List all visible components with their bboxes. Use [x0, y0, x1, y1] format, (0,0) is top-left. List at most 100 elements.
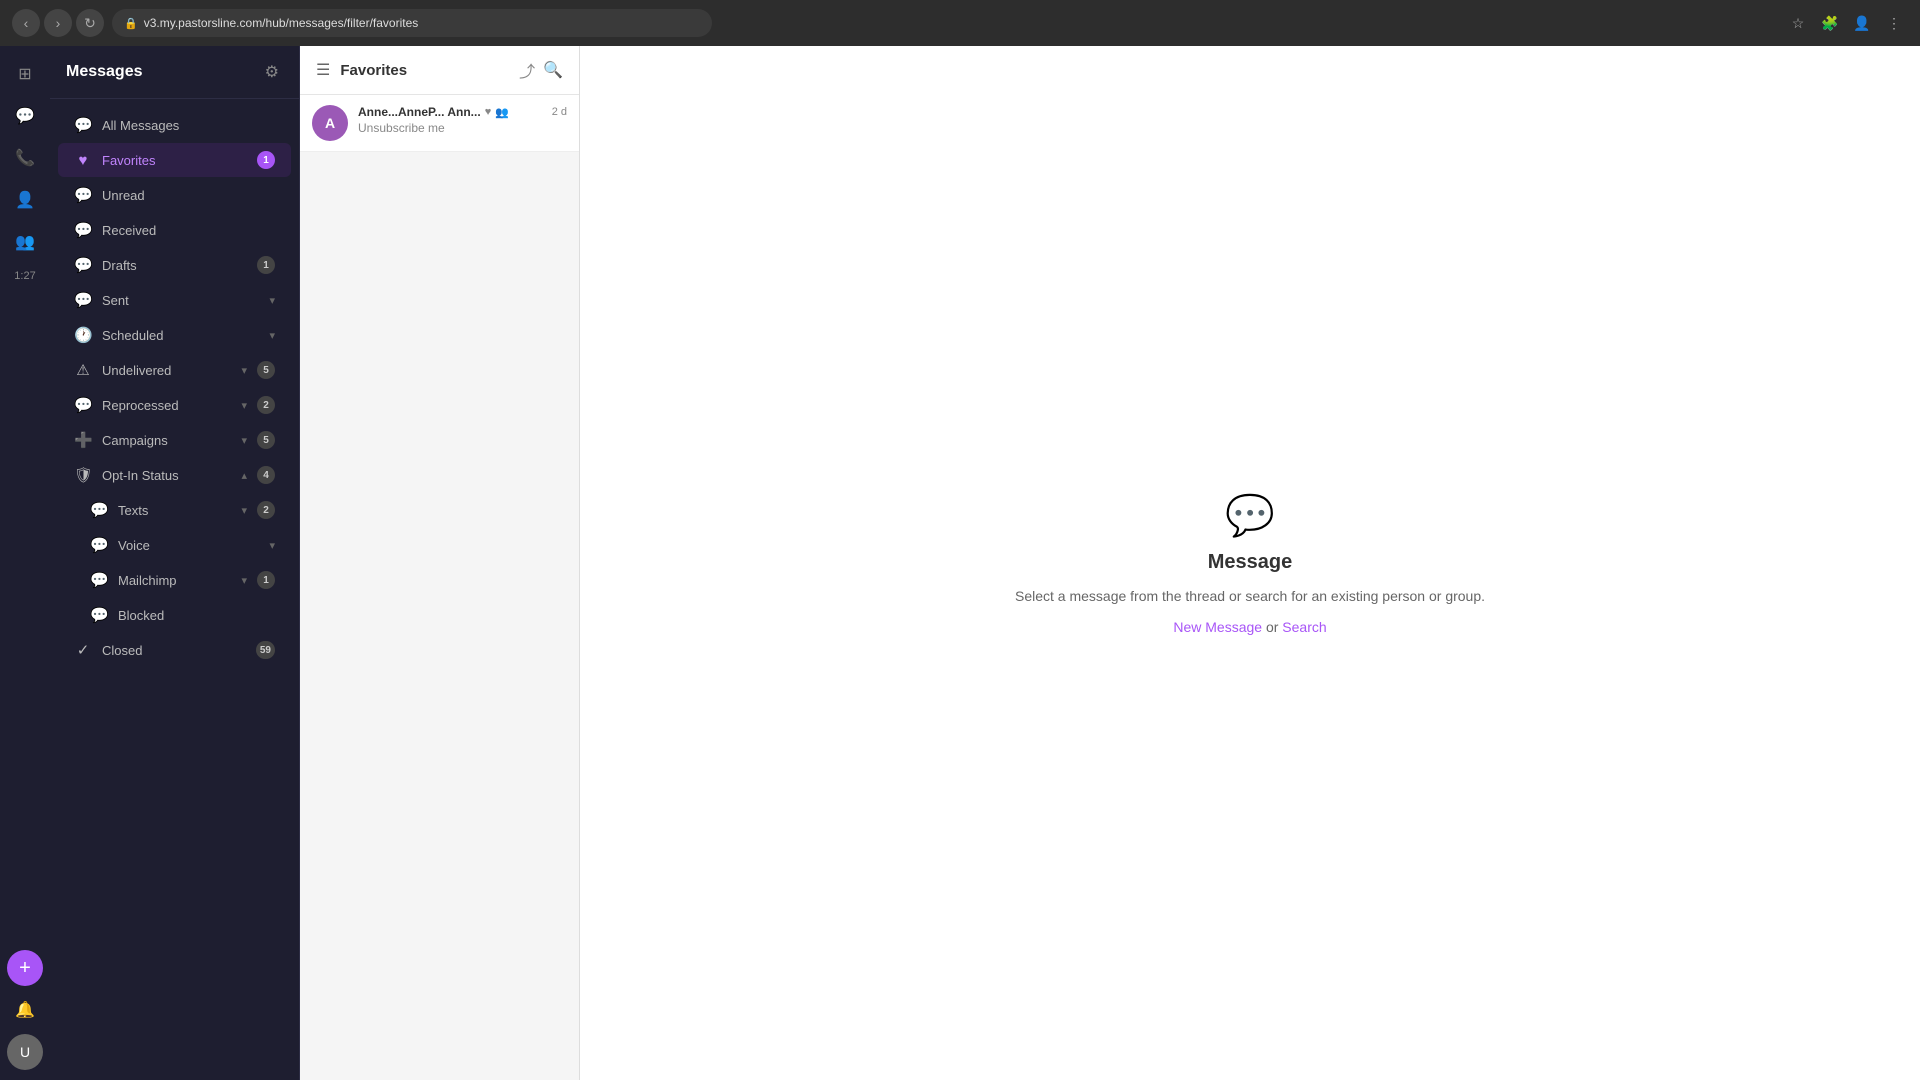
favorites-label: Favorites [102, 153, 247, 168]
opt-in-status-label: Opt-In Status [102, 468, 231, 483]
add-button[interactable]: + [7, 950, 43, 986]
menu-icon[interactable]: ☰ [316, 60, 330, 80]
favorites-header-right: ⤴ 🔍 [519, 58, 563, 82]
voice-chevron: ▾ [269, 539, 275, 552]
all-messages-icon: 💬 [74, 116, 92, 134]
opt-in-status-icon: 🛡 [74, 466, 92, 484]
sidebar-item-campaigns[interactable]: ➕ Campaigns ▾ 5 [58, 423, 291, 457]
sidebar-item-closed[interactable]: ✓ Closed 59 [58, 633, 291, 667]
people-icon: 👥 [495, 106, 509, 119]
voice-icon: 💬 [90, 536, 108, 554]
sidebar-item-opt-in-status[interactable]: 🛡 Opt-In Status ▴ 4 [58, 458, 291, 492]
sidebar-item-unread[interactable]: 💬 Unread [58, 178, 291, 212]
settings-button[interactable]: ⚙ [261, 58, 283, 86]
heart-icon: ♥ [485, 106, 492, 118]
texts-label: Texts [118, 503, 231, 518]
drafts-badge: 1 [257, 256, 275, 274]
search-button[interactable]: 🔍 [543, 60, 563, 80]
texts-icon: 💬 [90, 501, 108, 519]
address-bar[interactable]: 🔒 v3.my.pastorsline.com/hub/messages/fil… [112, 9, 712, 37]
sidebar-nav: 💬 All Messages ♥ Favorites 1 💬 Unread 💬 … [50, 99, 299, 1080]
undelivered-badge: 5 [257, 361, 275, 379]
favorites-panel: ☰ Favorites ⤴ 🔍 A Anne...AnneP... Ann...… [300, 46, 580, 1080]
bell-icon[interactable]: 🔔 [7, 992, 43, 1028]
all-messages-label: All Messages [102, 118, 275, 133]
url-text: v3.my.pastorsline.com/hub/messages/filte… [144, 16, 419, 30]
sidebar-item-all-messages[interactable]: 💬 All Messages [58, 108, 291, 142]
campaigns-badge: 5 [257, 431, 275, 449]
blocked-icon: 💬 [90, 606, 108, 624]
sidebar-item-scheduled[interactable]: 🕐 Scheduled ▾ [58, 318, 291, 352]
favorites-header-left: ☰ Favorites [316, 60, 407, 80]
conversation-name: Anne...AnneP... Ann... [358, 105, 481, 119]
reprocessed-chevron: ▾ [241, 399, 247, 412]
scheduled-icon: 🕐 [74, 326, 92, 344]
browser-chrome: ‹ › ↻ 🔒 v3.my.pastorsline.com/hub/messag… [0, 0, 1920, 46]
sidebar-item-drafts[interactable]: 💬 Drafts 1 [58, 248, 291, 282]
sidebar-header: Messages ⚙ [50, 46, 299, 99]
main-message-subtitle: Select a message from the thread or sear… [1015, 586, 1485, 607]
messages-sidebar: Messages ⚙ 💬 All Messages ♥ Favorites 1 … [50, 46, 300, 1080]
sidebar-item-undelivered[interactable]: ⚠ Undelivered ▾ 5 [58, 353, 291, 387]
mailchimp-icon: 💬 [90, 571, 108, 589]
rail-messages-icon[interactable]: 💬 [7, 98, 43, 134]
main-message-links: New Message or Search [1173, 619, 1326, 635]
rail-group-icon[interactable]: 👥 [7, 224, 43, 260]
more-icon[interactable]: ⋮ [1880, 9, 1908, 37]
conversation-time: 2 d [552, 106, 567, 118]
closed-icon: ✓ [74, 641, 92, 659]
sidebar-item-texts[interactable]: 💬 Texts ▾ 2 [58, 493, 291, 527]
undelivered-label: Undelivered [102, 363, 231, 378]
unread-label: Unread [102, 188, 275, 203]
campaigns-icon: ➕ [74, 431, 92, 449]
browser-actions: ☆ 🧩 👤 ⋮ [1784, 9, 1908, 37]
conversation-item[interactable]: A Anne...AnneP... Ann... ♥ 👥 2 d Unsubsc… [300, 95, 579, 152]
sidebar-item-voice[interactable]: 💬 Voice ▾ [58, 528, 291, 562]
main-message-icon: 💬 [1225, 492, 1275, 539]
favorites-icon: ♥ [74, 152, 92, 169]
search-link[interactable]: Search [1282, 619, 1326, 635]
conversation-avatar: A [312, 105, 348, 141]
sent-icon: 💬 [74, 291, 92, 309]
favorites-title: Favorites [340, 62, 407, 79]
opt-in-status-badge: 4 [257, 466, 275, 484]
or-text: or [1266, 619, 1282, 635]
mailchimp-chevron: ▾ [241, 574, 247, 587]
texts-badge: 2 [257, 501, 275, 519]
sidebar-item-sent[interactable]: 💬 Sent ▾ [58, 283, 291, 317]
browser-nav-buttons: ‹ › ↻ [12, 9, 104, 37]
campaigns-chevron: ▾ [241, 434, 247, 447]
sidebar-item-favorites[interactable]: ♥ Favorites 1 [58, 143, 291, 177]
sidebar-item-mailchimp[interactable]: 💬 Mailchimp ▾ 1 [58, 563, 291, 597]
rail-person-icon[interactable]: 👤 [7, 182, 43, 218]
rail-grid-icon[interactable]: ⊞ [7, 56, 43, 92]
opt-in-status-chevron: ▴ [241, 469, 247, 482]
sidebar-item-reprocessed[interactable]: 💬 Reprocessed ▾ 2 [58, 388, 291, 422]
favorites-header: ☰ Favorites ⤴ 🔍 [300, 46, 579, 95]
texts-chevron: ▾ [241, 504, 247, 517]
time-display: 1:27 [14, 266, 35, 286]
drafts-icon: 💬 [74, 256, 92, 274]
campaigns-label: Campaigns [102, 433, 231, 448]
extensions-icon[interactable]: 🧩 [1816, 9, 1844, 37]
closed-badge: 59 [256, 641, 275, 659]
unread-icon: 💬 [74, 186, 92, 204]
reload-button[interactable]: ↻ [76, 9, 104, 37]
rail-phone-icon[interactable]: 📞 [7, 140, 43, 176]
profile-icon[interactable]: 👤 [1848, 9, 1876, 37]
back-button[interactable]: ‹ [12, 9, 40, 37]
conversation-header-row: Anne...AnneP... Ann... ♥ 👥 2 d [358, 105, 567, 119]
new-message-link[interactable]: New Message [1173, 619, 1262, 635]
sidebar-item-received[interactable]: 💬 Received [58, 213, 291, 247]
main-message-title: Message [1208, 551, 1293, 574]
share-button[interactable]: ⤴ [519, 58, 535, 82]
bookmark-icon[interactable]: ☆ [1784, 9, 1812, 37]
undelivered-icon: ⚠ [74, 361, 92, 379]
voice-label: Voice [118, 538, 259, 553]
blocked-label: Blocked [118, 608, 275, 623]
user-avatar[interactable]: U [7, 1034, 43, 1070]
sidebar-item-blocked[interactable]: 💬 Blocked [58, 598, 291, 632]
forward-button[interactable]: › [44, 9, 72, 37]
conversation-subtitle: Unsubscribe me [358, 121, 567, 135]
icon-rail: ⊞ 💬 📞 👤 👥 1:27 + 🔔 U [0, 46, 50, 1080]
